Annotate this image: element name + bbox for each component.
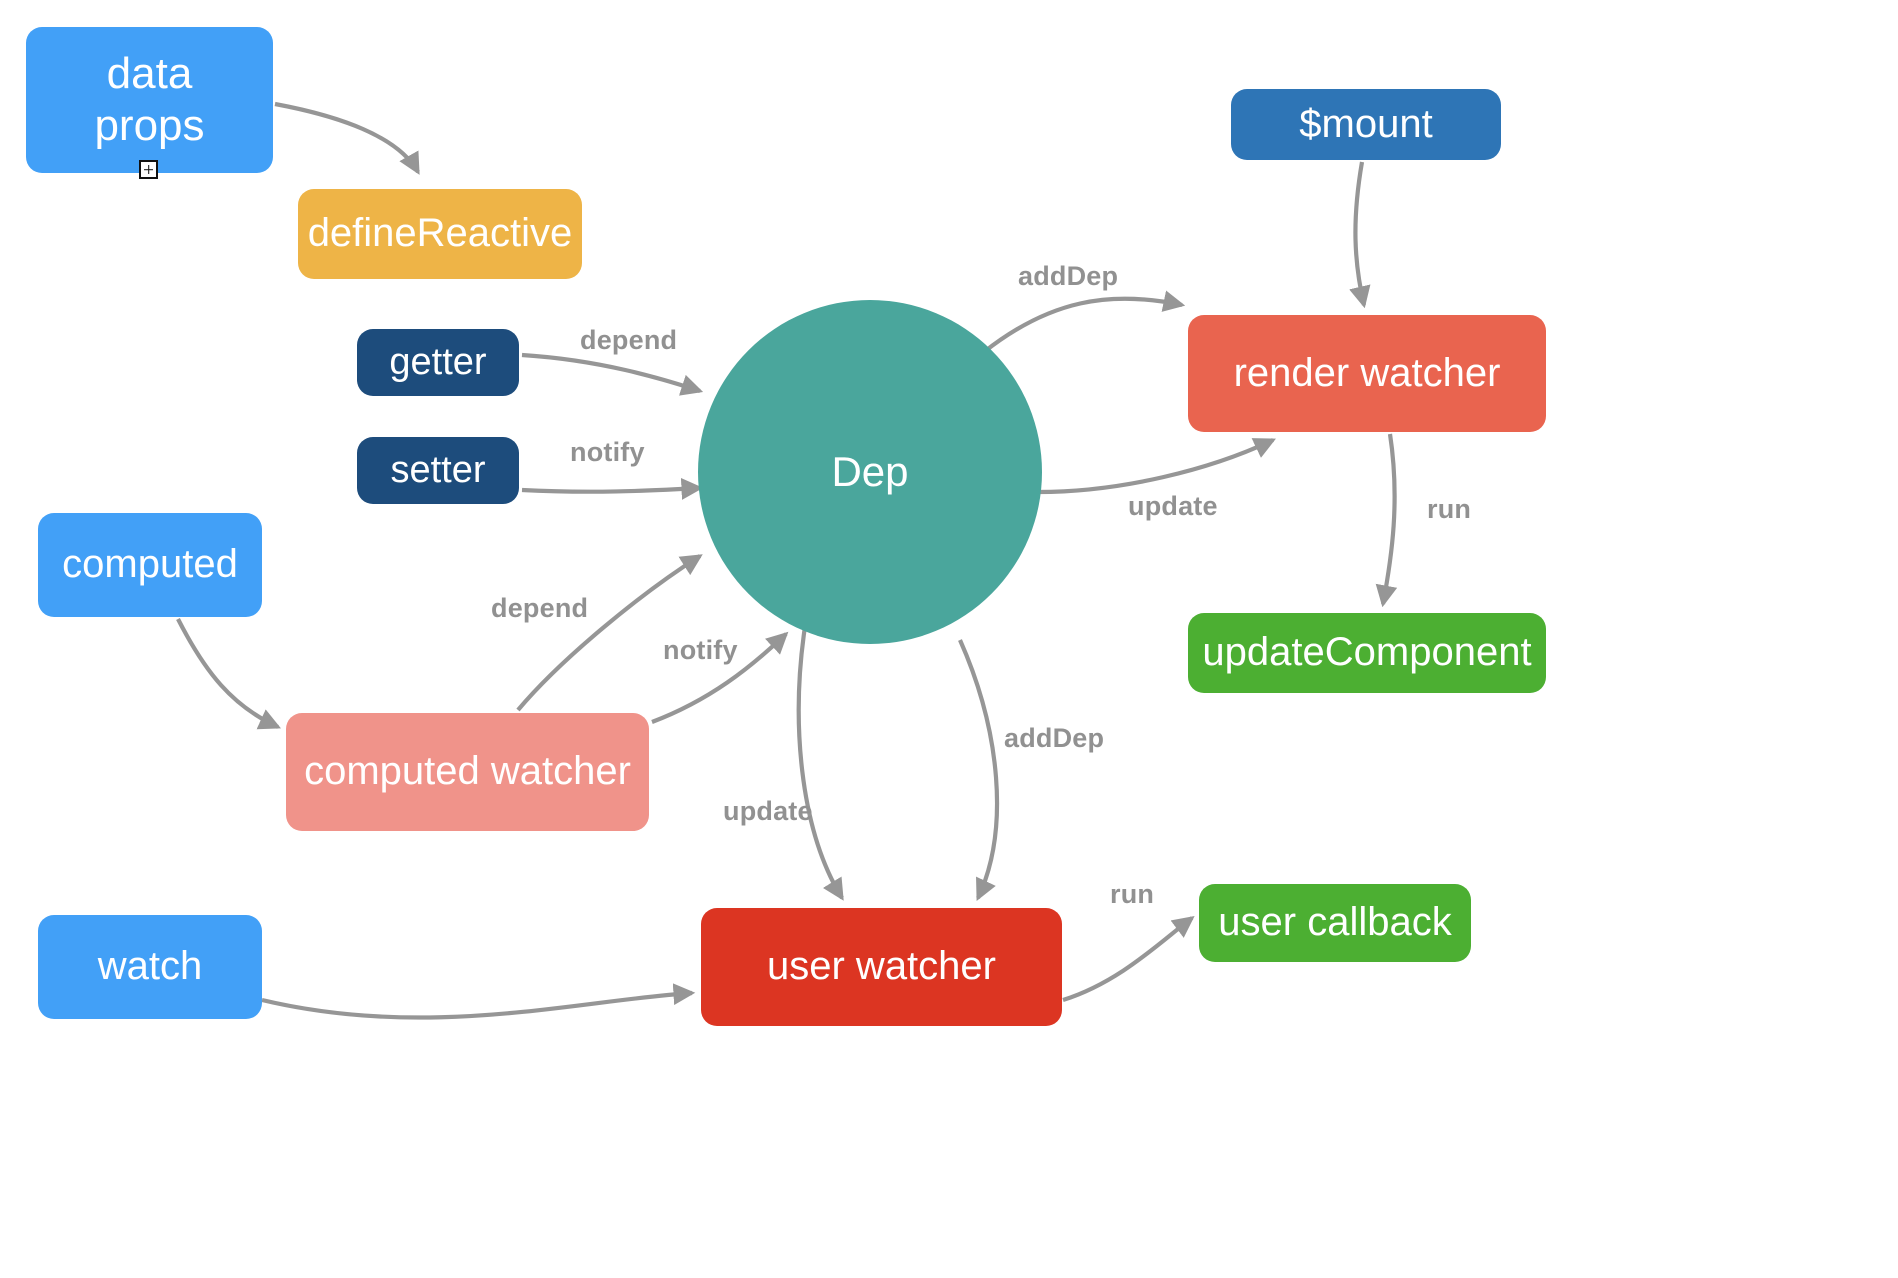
node-define-reactive[interactable]: defineReactive: [298, 189, 582, 279]
node-getter[interactable]: getter: [357, 329, 519, 396]
node-watch[interactable]: watch: [38, 915, 262, 1019]
edge-watch-to-user-watcher: [261, 983, 696, 1020]
node-data-props-line2: props: [94, 101, 205, 150]
node-update-component-label: updateComponent: [1202, 630, 1532, 675]
node-data-props-line1: data: [106, 49, 193, 99]
edge-user-watcher-to-user-callback: [1062, 916, 1195, 1003]
node-computed-label: computed: [62, 542, 238, 587]
node-render-watcher[interactable]: render watcher: [1188, 315, 1546, 432]
node-computed-watcher[interactable]: computed watcher: [286, 713, 649, 831]
node-setter-label: setter: [390, 449, 486, 492]
node-user-watcher-label: user watcher: [767, 944, 996, 989]
edge-computed-to-computed-watcher: [176, 618, 281, 730]
node-computed[interactable]: computed: [38, 513, 262, 617]
node-watch-label: watch: [97, 944, 203, 989]
node-update-component[interactable]: updateComponent: [1188, 613, 1546, 693]
edge-getter-to-dep: [521, 352, 704, 396]
node-setter[interactable]: setter: [357, 437, 519, 504]
node-getter-label: getter: [389, 341, 487, 384]
edge-label-update-user: update: [723, 796, 813, 826]
crosshair-cursor-icon: [139, 160, 158, 179]
node-dep-label: Dep: [831, 448, 909, 496]
edge-dep-to-user-watcher-adddep: [958, 639, 1000, 901]
edge-label-notify-setter: notify: [570, 437, 645, 467]
edge-dep-to-render-watcher-update: [1037, 438, 1276, 495]
node-data-props-label: data props: [94, 48, 204, 152]
edge-label-adddep-render: addDep: [1018, 261, 1119, 291]
edge-data-props-to-define-reactive: [274, 101, 420, 175]
edge-dep-to-user-watcher-update: [796, 619, 844, 901]
edge-label-run-render: run: [1427, 494, 1472, 524]
node-data-props[interactable]: data props: [26, 27, 273, 173]
node-mount[interactable]: $mount: [1231, 89, 1501, 160]
node-render-watcher-label: render watcher: [1233, 350, 1501, 395]
edge-label-adddep-user: addDep: [1004, 723, 1105, 753]
edge-mount-to-render-watcher: [1349, 161, 1371, 309]
edge-layer: [176, 101, 1398, 1020]
edge-label-update-render: update: [1128, 491, 1218, 521]
node-user-callback[interactable]: user callback: [1199, 884, 1471, 962]
edge-label-depend-getter: depend: [580, 325, 678, 355]
node-user-callback-label: user callback: [1218, 900, 1452, 945]
edge-dep-to-render-watcher-adddep: [982, 290, 1186, 354]
node-user-watcher[interactable]: user watcher: [701, 908, 1062, 1026]
node-dep[interactable]: Dep: [698, 300, 1042, 644]
edge-label-run-user: run: [1110, 879, 1155, 909]
node-mount-label: $mount: [1299, 101, 1433, 146]
node-computed-watcher-label: computed watcher: [304, 749, 631, 794]
edge-label-depend-computed: depend: [491, 593, 589, 623]
edge-render-watcher-to-update-component: [1375, 433, 1398, 608]
diagram-canvas: data props defineReactive getter setter …: [0, 0, 1898, 1278]
edge-setter-to-dep: [521, 478, 704, 500]
edge-label-notify-computed: notify: [663, 635, 738, 665]
edge-computed-watcher-to-dep-depend: [516, 554, 703, 712]
node-define-reactive-label: defineReactive: [307, 211, 573, 256]
